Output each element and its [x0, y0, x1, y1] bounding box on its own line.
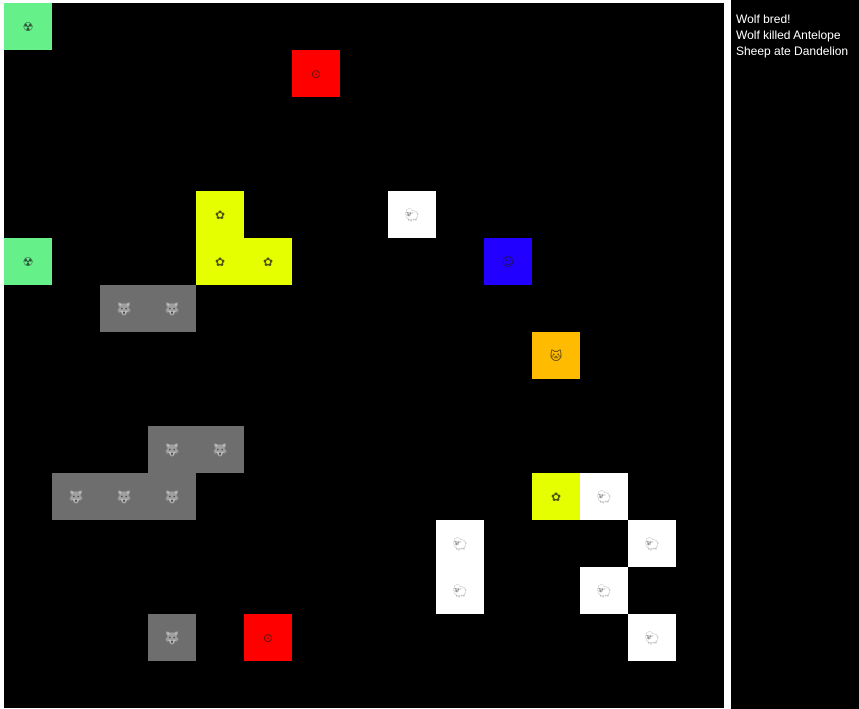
sheep-icon: 🐑: [596, 489, 612, 504]
radiation-icon: ☢: [22, 19, 34, 34]
circle-dot-icon: ⊙: [262, 630, 274, 645]
panel-divider: [724, 0, 731, 709]
organism-wolf[interactable]: 🐺: [196, 426, 244, 473]
log-line: Sheep ate Dandelion: [736, 44, 849, 58]
wolf-icon: 🐺: [164, 630, 180, 645]
organism-dandelion[interactable]: ✿: [196, 238, 244, 285]
flower-icon: ✿: [550, 489, 562, 504]
organism-dandelion[interactable]: ✿: [244, 238, 292, 285]
wolf-icon: 🐺: [164, 489, 180, 504]
flower-icon: ✿: [214, 254, 226, 269]
organism-wolf[interactable]: 🐺: [52, 473, 100, 520]
organism-sheep[interactable]: 🐑: [436, 567, 484, 614]
radiation-icon: ☢: [22, 254, 34, 269]
fox-icon: 🐱: [549, 348, 563, 363]
flower-icon: ✿: [262, 254, 274, 269]
organism-guarana[interactable]: ☢: [4, 238, 52, 285]
organism-sheep[interactable]: 🐑: [436, 520, 484, 567]
organism-sheep[interactable]: 🐑: [628, 520, 676, 567]
log-line: Wolf killed Antelope: [736, 28, 841, 42]
organism-wolf[interactable]: 🐺: [100, 473, 148, 520]
organism-wolf[interactable]: 🐺: [148, 285, 196, 332]
flower-icon: ✿: [214, 207, 226, 222]
organism-dandelion[interactable]: ✿: [532, 473, 580, 520]
organism-sheep[interactable]: 🐑: [580, 473, 628, 520]
wolf-icon: 🐺: [116, 489, 132, 504]
organism-wolf[interactable]: 🐺: [148, 426, 196, 473]
wolf-icon: 🐺: [212, 442, 228, 457]
organism-wolf[interactable]: 🐺: [148, 473, 196, 520]
organism-sheep[interactable]: 🐑: [388, 191, 436, 238]
organism-guarana[interactable]: ☢: [4, 3, 52, 50]
sheep-icon: 🐑: [452, 536, 468, 551]
organism-fox[interactable]: 🐱: [532, 332, 580, 379]
organism-wolf[interactable]: 🐺: [148, 614, 196, 661]
log-line: Wolf bred!: [736, 12, 791, 26]
wolf-icon: 🐺: [164, 442, 180, 457]
circle-dot-icon: ⊙: [310, 66, 322, 81]
sheep-icon: 🐑: [404, 207, 420, 222]
organism-human[interactable]: ☺: [484, 238, 532, 285]
world-board[interactable]: ☢ ⊙ ✿ 🐑 ☢ ✿ ✿ ☺ 🐺 🐺 🐱 🐺 🐺 🐺 🐺 🐺 ✿ 🐑 🐑 🐑 🐑 🐑 🐺 ⊙ 🐑: [4, 3, 724, 708]
human-icon: ☺: [501, 254, 515, 269]
wolf-icon: 🐺: [164, 301, 180, 316]
organism-belladonna[interactable]: ⊙: [244, 614, 292, 661]
organism-belladonna[interactable]: ⊙: [292, 50, 340, 97]
sheep-icon: 🐑: [644, 536, 660, 551]
sheep-icon: 🐑: [452, 583, 468, 598]
organism-sheep[interactable]: 🐑: [580, 567, 628, 614]
wolf-icon: 🐺: [68, 489, 84, 504]
wolf-icon: 🐺: [116, 301, 132, 316]
organism-sheep[interactable]: 🐑: [628, 614, 676, 661]
organism-wolf[interactable]: 🐺: [100, 285, 148, 332]
sheep-icon: 🐑: [596, 583, 612, 598]
event-log-panel: Wolf bred! Wolf killed Antelope Sheep at…: [731, 0, 859, 709]
sheep-icon: 🐑: [644, 630, 660, 645]
organism-dandelion[interactable]: ✿: [196, 191, 244, 238]
